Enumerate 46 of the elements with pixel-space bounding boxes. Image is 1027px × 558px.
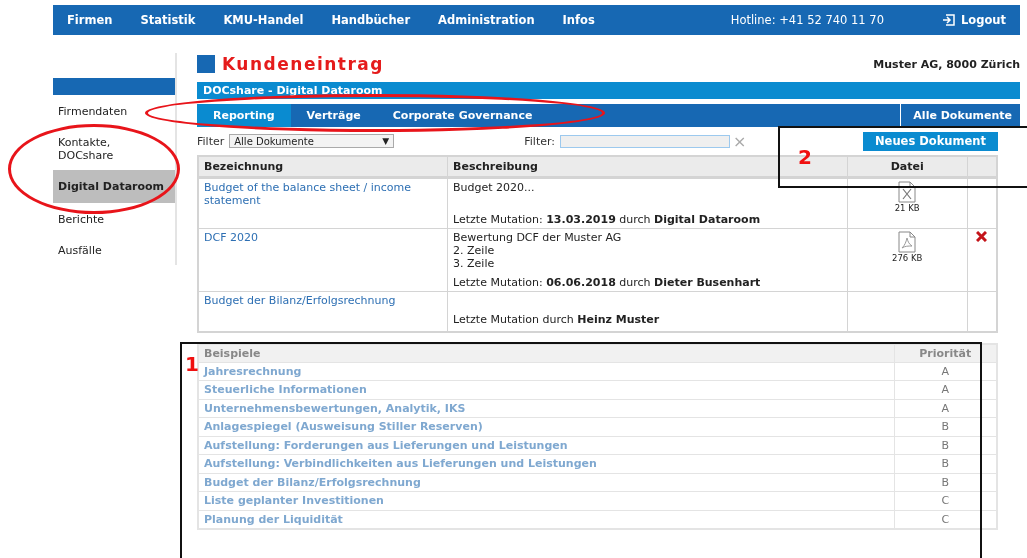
mutation-info: Letzte Mutation durch Heinz Muster (453, 313, 661, 326)
logout-icon (941, 14, 955, 26)
pdf-file-icon[interactable] (898, 231, 917, 253)
dropdown-caret-icon: ▼ (382, 136, 390, 146)
description-line: 2. Zeile (453, 244, 496, 257)
section-title-bar: DOCshare - Digital Dataroom (197, 82, 1020, 99)
sidebar-item[interactable]: Kontakte, DOCshare (53, 128, 175, 170)
annotation-number: 2 (798, 145, 812, 169)
annotation-number: 1 (185, 352, 199, 376)
delete-icon[interactable] (976, 231, 988, 242)
sidebar-item[interactable]: Berichte (53, 205, 175, 234)
column-header: Datei (847, 156, 967, 178)
nav-link[interactable]: Firmen (67, 13, 113, 27)
filter-search-label: Filter: (524, 134, 555, 148)
page-title: Kundeneintrag (222, 54, 384, 74)
column-header: Bezeichnung (198, 156, 448, 178)
logout-label[interactable]: Logout (960, 13, 1006, 27)
sidebar-item[interactable]: Ausfälle (53, 236, 175, 265)
tab[interactable]: Reporting (197, 104, 291, 127)
mutation-info: Letzte Mutation: 06.06.2018 durch Dieter Busenhart (453, 276, 762, 289)
excel-file-icon[interactable] (898, 181, 917, 203)
company-name: Muster AG, 8000 Zürich (873, 57, 1020, 71)
nav-link[interactable]: Administration (438, 13, 535, 27)
sidebar-item[interactable]: Digital Dataroom (53, 170, 175, 203)
filter-search-field[interactable] (560, 134, 730, 148)
description-line: 3. Zeile (453, 257, 496, 270)
mutation-info: Letzte Mutation: 13.03.2019 durch Digital Dataroom (453, 213, 762, 226)
document-link[interactable]: DCF 2020 (204, 231, 443, 244)
filter-dropdown[interactable]: Alle Dokumente ▼ (229, 134, 395, 148)
tab[interactable]: Corporate Governance (376, 104, 549, 127)
nav-link[interactable]: Handbücher (331, 13, 411, 27)
tab[interactable]: Verträge (290, 104, 377, 127)
nav-link[interactable]: KMU-Handel (223, 13, 304, 27)
nav-link[interactable]: Statistik (140, 13, 196, 27)
description-line: Budget 2020... (453, 181, 536, 194)
file-size: 21 KB (894, 203, 920, 213)
logout-link[interactable]: Logout (941, 13, 1006, 27)
filter-label: Filter (197, 134, 225, 148)
sidebar-item[interactable]: Firmendaten (53, 97, 175, 126)
all-documents-link[interactable]: Alle Dokumente (900, 104, 1020, 127)
new-document-button[interactable]: Neues Dokument (863, 131, 998, 151)
file-size: 276 KB (892, 253, 923, 263)
title-square-icon (197, 55, 215, 73)
hotline-text: Hotline: +41 52 740 11 70 (730, 13, 884, 27)
nav-link[interactable]: Infos (562, 13, 595, 27)
description-line: Bewertung DCF der Muster AG (453, 231, 623, 244)
